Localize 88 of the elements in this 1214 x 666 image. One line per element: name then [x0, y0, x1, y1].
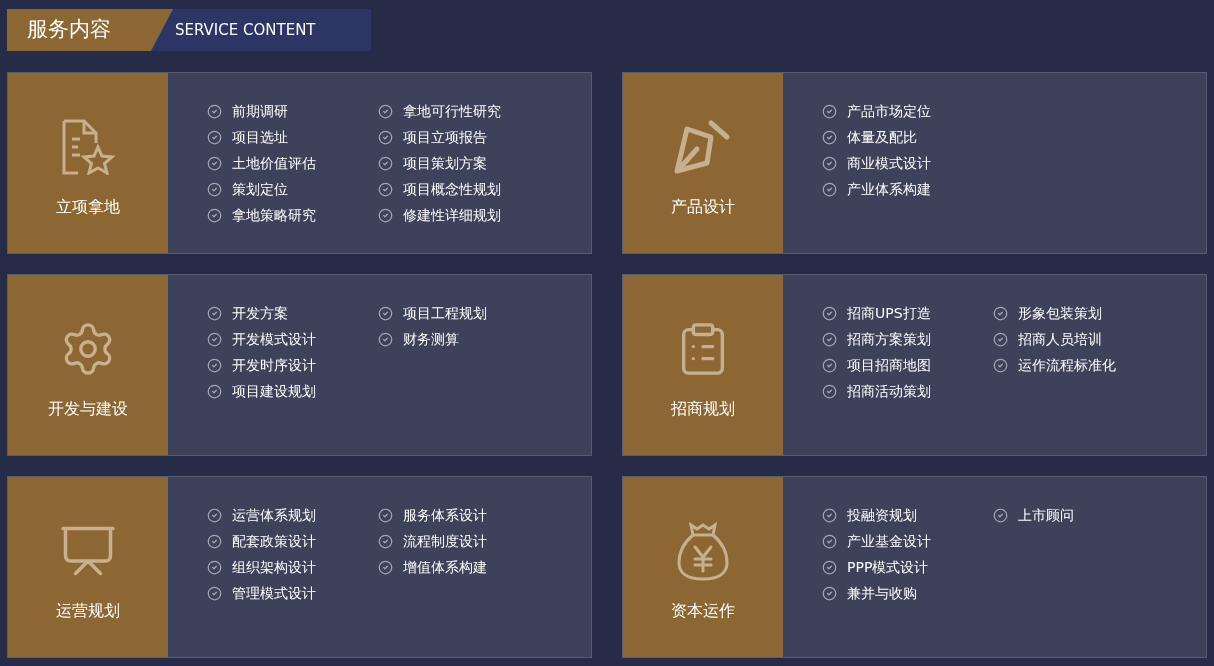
check-icon	[993, 507, 1008, 523]
service-item: 运营体系规划	[232, 505, 316, 525]
check-icon	[822, 305, 837, 321]
service-item: 招商方案策划	[847, 329, 931, 349]
service-item: 商业模式设计	[847, 153, 931, 173]
check-icon	[378, 129, 393, 145]
check-icon	[822, 383, 837, 399]
service-item: 组织架构设计	[232, 557, 316, 577]
service-item: 投融资规划	[847, 505, 917, 525]
check-icon	[207, 507, 222, 523]
service-item: 上市顾问	[1018, 505, 1074, 525]
check-icon	[378, 507, 393, 523]
check-icon	[378, 331, 393, 347]
check-icon	[207, 559, 222, 575]
service-item: 招商活动策划	[847, 381, 931, 401]
category-title: 开发与建设	[48, 398, 128, 420]
check-icon	[207, 129, 222, 145]
service-item: 土地价值评估	[232, 153, 316, 173]
category-title: 资本运作	[671, 600, 735, 622]
service-item: 项目概念性规划	[403, 179, 501, 199]
section-subtitle: SERVICE CONTENT	[175, 19, 316, 41]
service-item: 项目招商地图	[847, 355, 931, 375]
service-item: 项目选址	[232, 127, 288, 147]
service-item: 产业基金设计	[847, 531, 931, 551]
service-item: 招商人员培训	[1018, 329, 1102, 349]
service-item: 配套政策设计	[232, 531, 316, 551]
check-icon	[822, 507, 837, 523]
check-icon	[378, 305, 393, 321]
service-item: 增值体系构建	[403, 557, 487, 577]
check-icon	[822, 585, 837, 601]
service-item: 服务体系设计	[403, 505, 487, 525]
category-title: 招商规划	[671, 398, 735, 420]
service-item: 修建性详细规划	[403, 205, 501, 225]
check-icon	[207, 533, 222, 549]
check-icon	[207, 331, 222, 347]
service-item: 兼并与收购	[847, 583, 917, 603]
service-item: 项目工程规划	[403, 303, 487, 323]
check-icon	[822, 533, 837, 549]
service-item: PPP模式设计	[847, 557, 929, 577]
check-icon	[378, 155, 393, 171]
check-icon	[822, 357, 837, 373]
service-item: 体量及配比	[847, 127, 917, 147]
section-title: 服务内容	[7, 9, 173, 51]
check-icon	[822, 331, 837, 347]
service-item: 产品市场定位	[847, 101, 931, 121]
check-icon	[207, 305, 222, 321]
check-icon	[378, 103, 393, 119]
service-item: 开发模式设计	[232, 329, 316, 349]
check-icon	[822, 155, 837, 171]
category-title: 运营规划	[56, 600, 120, 622]
service-item: 拿地可行性研究	[403, 101, 501, 121]
service-item: 开发方案	[232, 303, 288, 323]
check-icon	[993, 331, 1008, 347]
check-icon	[993, 357, 1008, 373]
service-item: 拿地策略研究	[232, 205, 316, 225]
service-item: 流程制度设计	[403, 531, 487, 551]
check-icon	[993, 305, 1008, 321]
check-icon	[207, 181, 222, 197]
service-item: 项目立项报告	[403, 127, 487, 147]
service-item: 前期调研	[232, 101, 288, 121]
check-icon	[822, 103, 837, 119]
check-icon	[822, 181, 837, 197]
check-icon	[378, 559, 393, 575]
service-item: 开发时序设计	[232, 355, 316, 375]
check-icon	[822, 559, 837, 575]
check-icon	[207, 357, 222, 373]
service-item: 招商UPS打造	[847, 303, 931, 323]
check-icon	[378, 533, 393, 549]
check-icon	[207, 207, 222, 223]
check-icon	[378, 181, 393, 197]
check-icon	[378, 207, 393, 223]
service-item: 产业体系构建	[847, 179, 931, 199]
check-icon	[207, 585, 222, 601]
service-item: 形象包装策划	[1018, 303, 1102, 323]
money-bag-icon	[677, 521, 729, 581]
service-item: 管理模式设计	[232, 583, 316, 603]
check-icon	[207, 383, 222, 399]
service-item: 财务测算	[403, 329, 459, 349]
service-item: 项目建设规划	[232, 381, 316, 401]
service-item: 运作流程标准化	[1018, 355, 1116, 375]
category-title: 产品设计	[671, 196, 735, 218]
check-icon	[822, 129, 837, 145]
service-item: 项目策划方案	[403, 153, 487, 173]
check-icon	[207, 155, 222, 171]
service-item: 策划定位	[232, 179, 288, 199]
check-icon	[207, 103, 222, 119]
document-star-icon	[60, 119, 116, 175]
category-title: 立项拿地	[56, 196, 120, 218]
